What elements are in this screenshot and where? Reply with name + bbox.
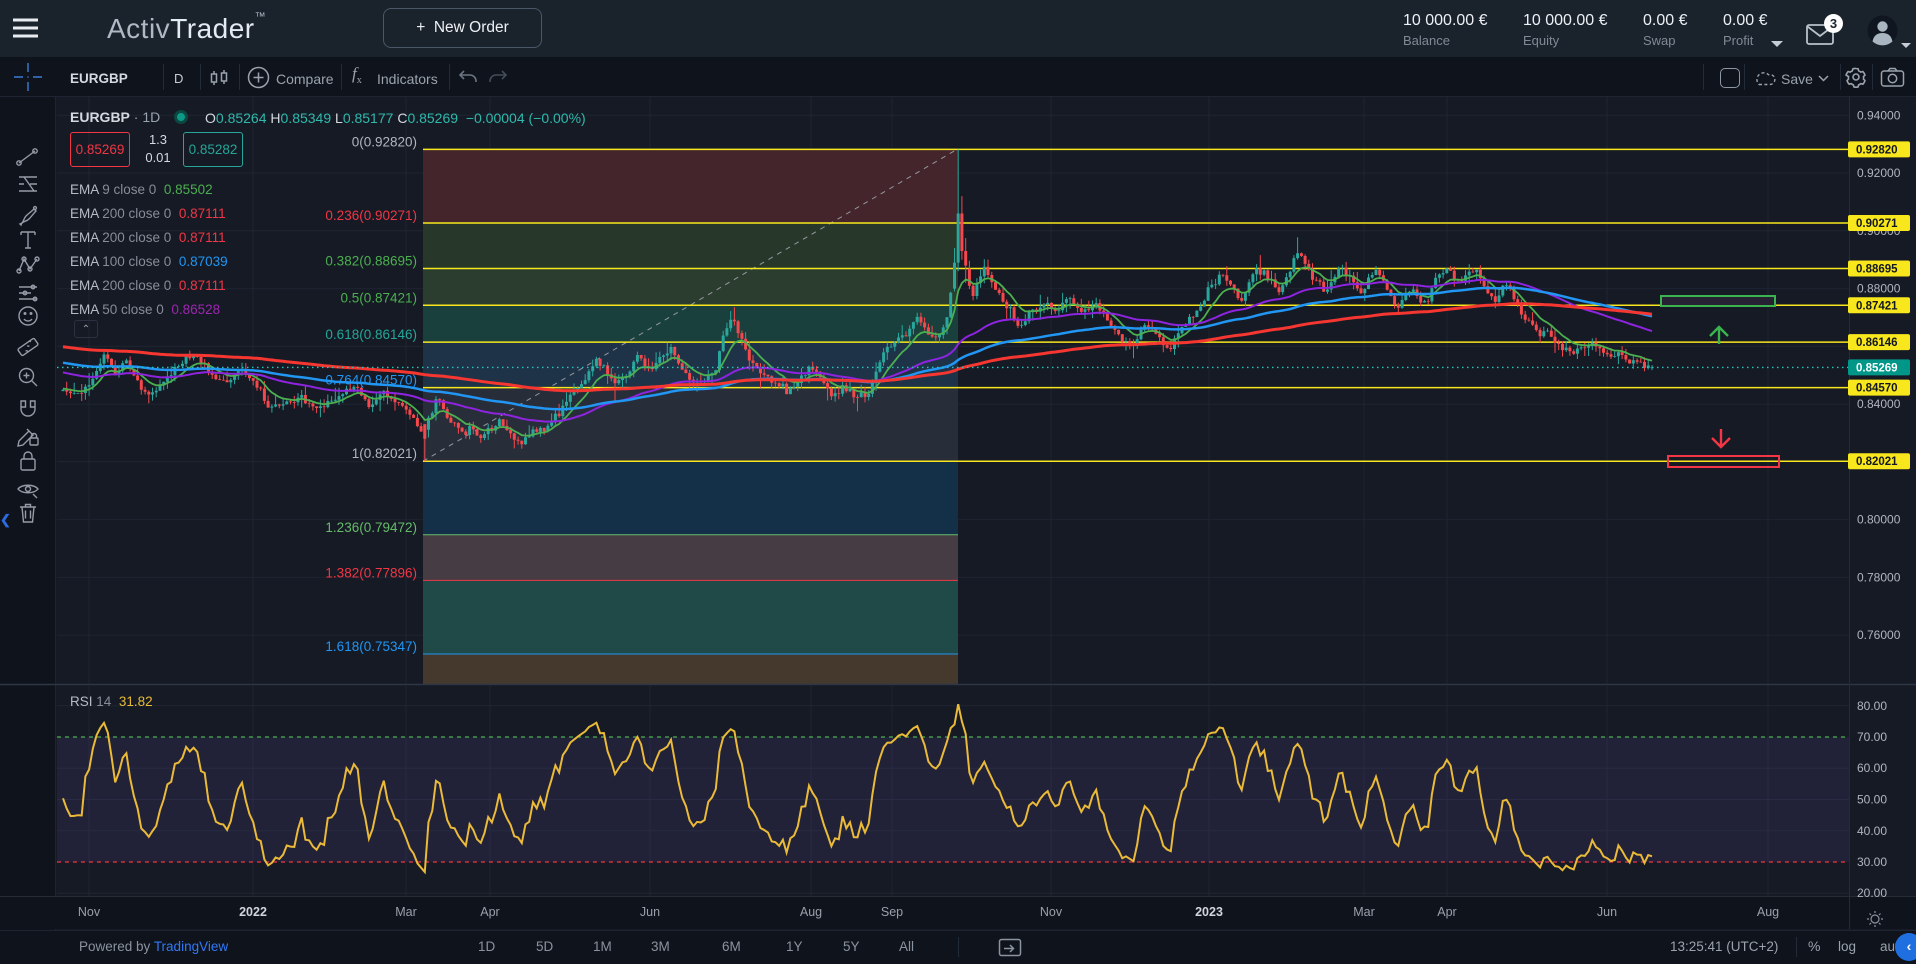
svg-text:1.618(0.75347): 1.618(0.75347)	[325, 639, 417, 654]
svg-text:0.88000: 0.88000	[1857, 282, 1901, 296]
svg-text:0.92820: 0.92820	[1856, 144, 1898, 156]
svg-text:Nov: Nov	[78, 905, 101, 919]
svg-text:50.00: 50.00	[1857, 793, 1887, 807]
svg-text:2022: 2022	[239, 905, 267, 919]
svg-text:Nov: Nov	[1040, 905, 1063, 919]
svg-text:Sep: Sep	[881, 905, 903, 919]
svg-text:30.00: 30.00	[1857, 855, 1887, 869]
svg-text:0.90271: 0.90271	[1856, 218, 1898, 230]
svg-text:Apr: Apr	[1437, 905, 1456, 919]
svg-text:Apr: Apr	[480, 905, 499, 919]
svg-text:0.78000: 0.78000	[1857, 570, 1901, 584]
svg-text:0.92000: 0.92000	[1857, 166, 1901, 180]
svg-text:0.94000: 0.94000	[1857, 108, 1901, 122]
svg-text:0.82021: 0.82021	[1856, 456, 1898, 468]
svg-text:0.85269: 0.85269	[1856, 362, 1898, 374]
svg-text:Jun: Jun	[1597, 905, 1617, 919]
svg-text:0.86146: 0.86146	[1856, 337, 1898, 349]
svg-text:0.618(0.86146): 0.618(0.86146)	[325, 327, 417, 342]
svg-text:0.382(0.88695): 0.382(0.88695)	[325, 254, 417, 269]
svg-text:70.00: 70.00	[1857, 730, 1887, 744]
svg-text:0.84570: 0.84570	[1856, 383, 1898, 395]
svg-text:0.80000: 0.80000	[1857, 513, 1901, 527]
svg-text:0(0.92820): 0(0.92820)	[352, 134, 417, 149]
svg-text:0.88695: 0.88695	[1856, 264, 1898, 276]
svg-text:0.84000: 0.84000	[1857, 397, 1901, 411]
svg-text:60.00: 60.00	[1857, 761, 1887, 775]
svg-text:0.76000: 0.76000	[1857, 628, 1901, 642]
svg-text:0.764(0.84570): 0.764(0.84570)	[325, 373, 417, 388]
svg-text:Mar: Mar	[1353, 905, 1375, 919]
svg-text:0.5(0.87421): 0.5(0.87421)	[340, 290, 417, 305]
svg-text:2023: 2023	[1195, 905, 1223, 919]
svg-text:Mar: Mar	[395, 905, 417, 919]
svg-text:40.00: 40.00	[1857, 824, 1887, 838]
svg-text:0.87421: 0.87421	[1856, 300, 1898, 312]
svg-text:1.382(0.77896): 1.382(0.77896)	[325, 565, 417, 580]
svg-text:0.236(0.90271): 0.236(0.90271)	[325, 208, 417, 223]
svg-text:Jun: Jun	[640, 905, 660, 919]
svg-text:1(0.82021): 1(0.82021)	[352, 446, 417, 461]
svg-text:1.236(0.79472): 1.236(0.79472)	[325, 520, 417, 535]
svg-text:Aug: Aug	[1757, 905, 1779, 919]
svg-text:80.00: 80.00	[1857, 699, 1887, 713]
svg-text:Aug: Aug	[800, 905, 822, 919]
